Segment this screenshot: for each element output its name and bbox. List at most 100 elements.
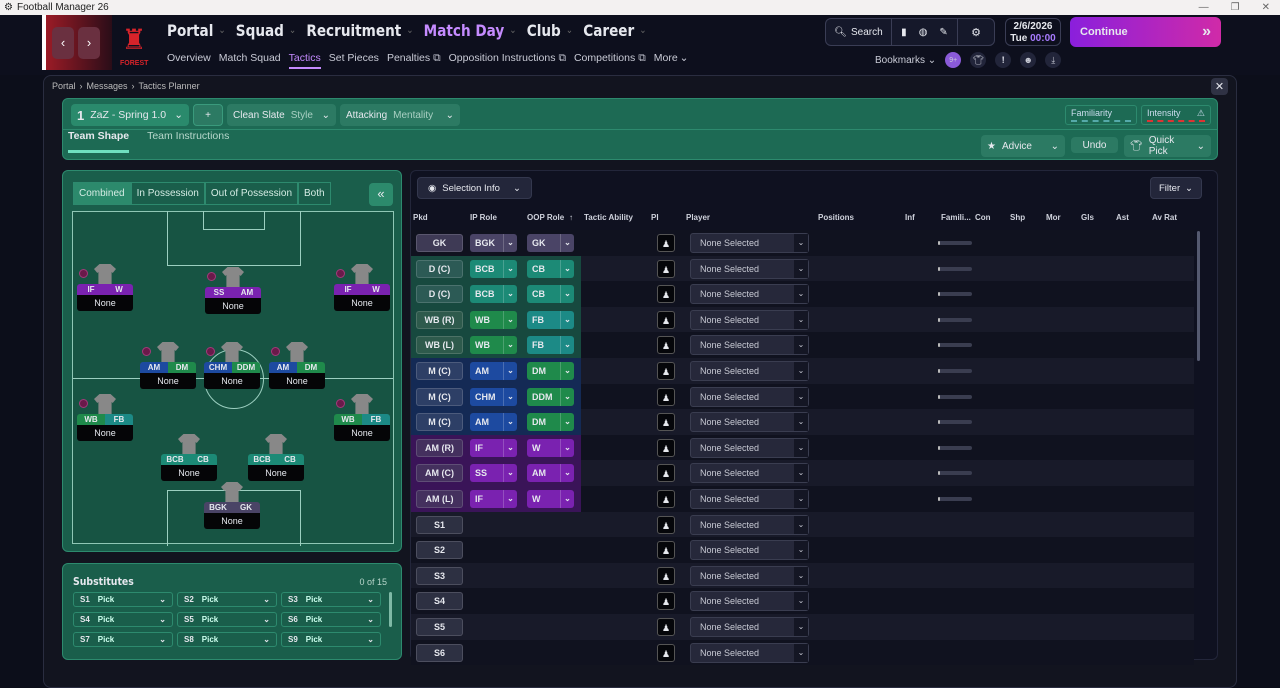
subnav-opposition-instructions[interactable]: Opposition Instructions [449, 52, 556, 69]
close-icon[interactable]: ✕ [1211, 78, 1228, 95]
ip-role-dropdown[interactable]: IF ⌄ [470, 490, 517, 508]
table-row[interactable]: GK BGK ⌄ GK ⌄ ♟ None Selected ⌄ [411, 230, 1194, 256]
collapse-button[interactable]: « [369, 183, 393, 206]
oop-role-dropdown[interactable]: DM ⌄ [527, 413, 574, 432]
player-select[interactable]: None Selected ⌄ [690, 617, 809, 637]
player-select[interactable]: None Selected ⌄ [690, 565, 809, 586]
player-instructions-icon[interactable]: ♟ [657, 541, 675, 560]
player-select[interactable]: None Selected ⌄ [690, 335, 809, 356]
style-dropdown[interactable]: Clean Slate Style ⌄ [227, 104, 336, 126]
pitch-player[interactable]: IF W None [334, 264, 390, 311]
oop-role-dropdown[interactable]: FB ⌄ [527, 310, 574, 329]
nav-match-day[interactable]: Match Day ⌄ [424, 21, 517, 40]
sub-slot-s5[interactable]: S5 Pick ⌄ [177, 612, 277, 627]
ip-role-dropdown[interactable]: BCB ⌄ [470, 259, 517, 278]
table-row[interactable]: AM (C) SS ⌄ AM ⌄ ♟ None Selected ⌄ [411, 460, 1194, 486]
player-instructions-icon[interactable]: ♟ [657, 592, 675, 611]
subnav-more[interactable]: More [654, 52, 678, 69]
subnav-tactics[interactable]: Tactics [288, 52, 321, 69]
forward-button[interactable]: › [78, 26, 100, 59]
sub-slot-s1[interactable]: S1 Pick ⌄ [73, 592, 173, 607]
view-tab-combined[interactable]: Combined [73, 182, 131, 205]
column-header[interactable]: Av Rat [1152, 213, 1177, 222]
player-instructions-icon[interactable]: ♟ [657, 234, 675, 252]
sub-slot-s9[interactable]: S9 Pick ⌄ [281, 632, 381, 647]
player-instructions-icon[interactable]: ♟ [657, 387, 675, 406]
breadcrumb-item[interactable]: Messages [87, 81, 128, 91]
continue-button[interactable]: Continue » [1070, 17, 1221, 47]
table-row[interactable]: S2 ♟ None Selected ⌄ [411, 537, 1194, 563]
player-select[interactable]: None Selected ⌄ [690, 489, 809, 509]
player-instructions-icon[interactable]: ♟ [657, 490, 675, 508]
mentality-dropdown[interactable]: Attacking Mentality ⌄ [340, 104, 460, 126]
subnav-overview[interactable]: Overview [167, 52, 211, 69]
picked-position[interactable]: M (C) [416, 387, 463, 406]
sub-slot-s7[interactable]: S7 Pick ⌄ [73, 632, 173, 647]
player-select[interactable]: None Selected ⌄ [690, 386, 809, 407]
column-header[interactable]: Gls [1081, 213, 1094, 222]
staff-icon[interactable]: ☻ [1020, 52, 1037, 68]
sub-slot-s4[interactable]: S4 Pick ⌄ [73, 612, 173, 627]
ip-role-dropdown[interactable]: AM ⌄ [470, 362, 517, 380]
pitch-player[interactable]: WB FB None [77, 394, 133, 441]
ip-role-dropdown[interactable]: BGK ⌄ [470, 234, 517, 252]
player-instructions-icon[interactable]: ♟ [657, 362, 675, 380]
sub-slot-s3[interactable]: S3 Pick ⌄ [281, 592, 381, 607]
picked-position[interactable]: AM (R) [416, 438, 463, 457]
picked-position[interactable]: WB (L) [416, 336, 463, 355]
player-instructions-icon[interactable]: ♟ [657, 310, 675, 329]
player-select[interactable]: None Selected ⌄ [690, 514, 809, 535]
picked-position[interactable]: S3 [416, 566, 463, 585]
column-header[interactable]: Inf [905, 213, 915, 222]
column-header[interactable]: Player [686, 213, 710, 222]
player-instructions-icon[interactable]: ♟ [657, 464, 675, 483]
column-header[interactable]: Positions [818, 213, 854, 222]
search-button[interactable]: 🔍︎ Search [826, 19, 892, 45]
picked-position[interactable]: AM (C) [416, 464, 463, 483]
player-select[interactable]: None Selected ⌄ [690, 642, 809, 663]
undo-button[interactable]: Undo [1071, 137, 1118, 153]
game-date[interactable]: 2/6/2026 Tue 00:00 [1005, 18, 1061, 46]
player-select[interactable]: None Selected ⌄ [690, 540, 809, 561]
oop-role-dropdown[interactable]: DDM ⌄ [527, 387, 574, 406]
picked-position[interactable]: D (C) [416, 285, 463, 304]
table-row[interactable]: AM (L) IF ⌄ W ⌄ ♟ None Selected ⌄ [411, 486, 1194, 512]
subnav-set-pieces[interactable]: Set Pieces [329, 52, 379, 69]
table-row[interactable]: WB (R) WB ⌄ FB ⌄ ♟ None Selected ⌄ [411, 306, 1194, 333]
picked-position[interactable]: D (C) [416, 259, 463, 278]
player-select[interactable]: None Selected ⌄ [690, 361, 809, 381]
ip-role-dropdown[interactable]: WB ⌄ [470, 310, 517, 329]
picked-position[interactable]: GK [416, 234, 463, 252]
column-header[interactable]: Con [975, 213, 991, 222]
picked-position[interactable]: S2 [416, 541, 463, 560]
subnav-competitions[interactable]: Competitions [574, 52, 635, 69]
table-row[interactable]: S6 ♟ None Selected ⌄ [411, 639, 1194, 666]
sub-slot-s8[interactable]: S8 Pick ⌄ [177, 632, 277, 647]
globe-icon[interactable]: ◍ [919, 27, 928, 38]
pitch-player[interactable]: SS AM None [205, 267, 261, 314]
bookmarks-dropdown[interactable]: Bookmarks ⌄ [875, 55, 936, 66]
player-select[interactable]: None Selected ⌄ [690, 233, 809, 253]
player-select[interactable]: None Selected ⌄ [690, 412, 809, 433]
oop-role-dropdown[interactable]: GK ⌄ [527, 234, 574, 252]
filter-dropdown[interactable]: Filter ⌄ [1150, 177, 1202, 199]
column-header[interactable]: IP Role [470, 213, 497, 222]
bookmark-icon[interactable]: ▮ [901, 27, 907, 38]
ip-role-dropdown[interactable]: IF ⌄ [470, 438, 517, 457]
shirt-icon[interactable]: 👕︎ [970, 52, 987, 68]
pitch-player[interactable]: BCB CB None [248, 434, 304, 481]
table-row[interactable]: S1 ♟ None Selected ⌄ [411, 511, 1194, 538]
tab-team-instructions[interactable]: Team Instructions [147, 130, 229, 153]
oop-role-dropdown[interactable]: AM ⌄ [527, 464, 574, 483]
pitch-player[interactable]: AM DM None [140, 342, 196, 389]
player-instructions-icon[interactable]: ♟ [657, 618, 675, 636]
pitch-player[interactable]: IF W None [77, 264, 133, 311]
familiarity-meter[interactable]: Familiarity [1065, 105, 1137, 125]
player-instructions-icon[interactable]: ♟ [657, 413, 675, 432]
pitch-player[interactable]: BGK GK None [204, 482, 260, 529]
picked-position[interactable]: AM (L) [416, 490, 463, 508]
player-instructions-icon[interactable]: ♟ [657, 285, 675, 304]
picked-position[interactable]: WB (R) [416, 310, 463, 329]
column-header[interactable]: Tactic Ability [584, 213, 633, 222]
table-row[interactable]: WB (L) WB ⌄ FB ⌄ ♟ None Selected ⌄ [411, 332, 1194, 358]
